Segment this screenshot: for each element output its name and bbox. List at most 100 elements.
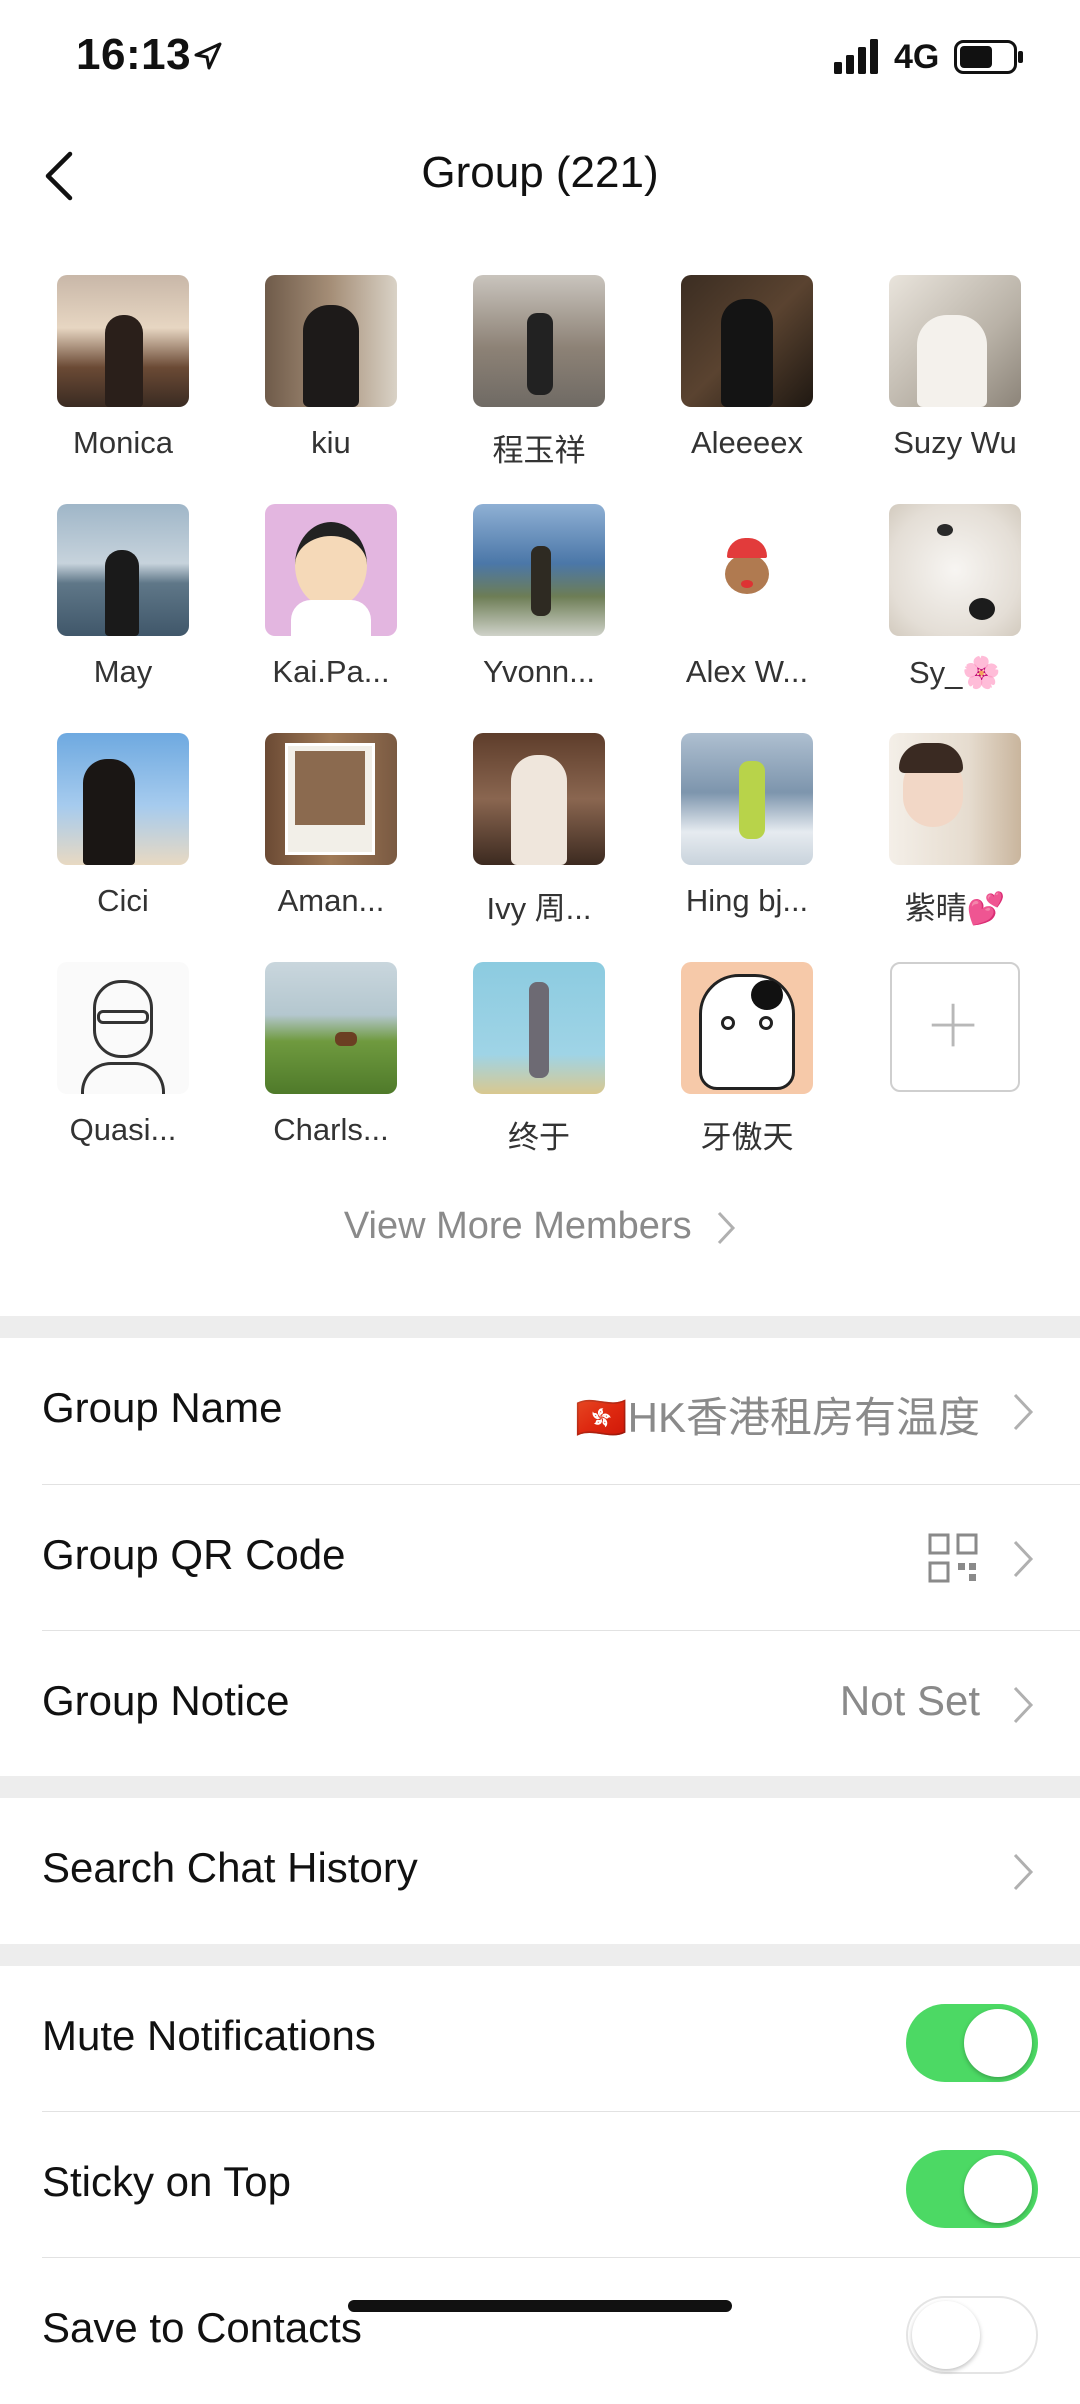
mute-notifications-label: Mute Notifications: [42, 2012, 376, 2059]
sticky-on-top-label: Sticky on Top: [42, 2158, 292, 2205]
chevron-right-icon: [1013, 1393, 1034, 1431]
member-name: Alex W...: [685, 654, 809, 689]
member-name: Charls...: [273, 1112, 389, 1147]
member-item[interactable]: Charls...: [231, 962, 431, 1148]
avatar: [473, 962, 605, 1094]
toggle-knob: [964, 2155, 1032, 2223]
section-separator: [0, 1776, 1080, 1798]
signal-icon: [834, 39, 878, 74]
member-name: Hing bj...: [685, 883, 809, 918]
member-name: Aleeeex: [690, 425, 804, 460]
member-item[interactable]: Quasi...: [23, 962, 223, 1148]
battery-icon: [954, 40, 1023, 74]
group-notice-value: Not Set: [839, 1677, 980, 1724]
avatar: [265, 504, 397, 636]
save-to-contacts-row: Save to Contacts: [0, 2258, 1080, 2404]
member-name: Ivy 周...: [486, 891, 592, 926]
group-notice-label: Group Notice: [42, 1677, 290, 1724]
sticky-on-top-row: Sticky on Top: [0, 2112, 1080, 2258]
toggle-knob: [964, 2009, 1032, 2077]
member-name: May: [93, 654, 153, 689]
location-arrow-icon: [194, 42, 222, 70]
avatar: [473, 275, 605, 407]
member-item[interactable]: Alex W...: [647, 504, 847, 690]
sticky-on-top-toggle[interactable]: [906, 2150, 1038, 2228]
member-name: kiu: [311, 425, 351, 460]
avatar: [57, 962, 189, 1094]
group-qr-code-label: Group QR Code: [42, 1531, 346, 1578]
member-item[interactable]: Ivy 周...: [439, 733, 639, 928]
chevron-right-icon: [1013, 1540, 1034, 1578]
member-name: Kai.Pa...: [272, 654, 390, 689]
avatar: [57, 275, 189, 407]
member-item[interactable]: Suzy Wu: [855, 275, 1055, 461]
group-name-label: Group Name: [42, 1384, 283, 1431]
avatar: [57, 504, 189, 636]
qr-code-icon: [928, 1533, 978, 1583]
search-chat-history-label: Search Chat History: [42, 1844, 418, 1891]
mute-notifications-toggle[interactable]: [906, 2004, 1038, 2082]
member-item[interactable]: 程玉祥: [439, 275, 639, 470]
chevron-right-icon: [1013, 1853, 1034, 1891]
member-item[interactable]: Monica: [23, 275, 223, 461]
member-item[interactable]: May: [23, 504, 223, 690]
add-member-item[interactable]: [855, 962, 1055, 1092]
member-item[interactable]: Aman...: [231, 733, 431, 919]
member-name: Cici: [97, 883, 149, 918]
avatar: [473, 504, 605, 636]
view-more-members-link[interactable]: View More Members: [0, 1205, 1080, 1248]
member-item[interactable]: Aleeeex: [647, 275, 847, 461]
member-item[interactable]: Sy_🌸: [855, 504, 1055, 691]
home-indicator: [348, 2300, 732, 2312]
avatar: [681, 275, 813, 407]
member-item[interactable]: 终于: [439, 962, 639, 1157]
member-name: 终于: [508, 1120, 570, 1155]
group-name-value: 🇭🇰HK香港租房有温度: [575, 1394, 980, 1441]
chevron-right-icon: [1013, 1686, 1034, 1724]
avatar: [681, 962, 813, 1094]
section-separator: [0, 1316, 1080, 1338]
group-qr-code-row[interactable]: Group QR Code: [0, 1485, 1080, 1631]
member-name: Yvonn...: [482, 654, 596, 689]
member-item[interactable]: Hing bj...: [647, 733, 847, 919]
network-type: 4G: [894, 38, 940, 76]
group-name-row[interactable]: Group Name 🇭🇰HK香港租房有温度: [0, 1338, 1080, 1484]
member-item[interactable]: 紫晴💕: [855, 733, 1055, 928]
save-to-contacts-toggle[interactable]: [906, 2296, 1038, 2374]
avatar: [57, 733, 189, 865]
avatar: [265, 733, 397, 865]
chevron-right-icon: [718, 1211, 736, 1244]
avatar: [265, 275, 397, 407]
avatar: [889, 504, 1021, 636]
status-time: 16:13: [76, 30, 192, 79]
search-chat-history-row[interactable]: Search Chat History: [0, 1798, 1080, 1944]
toggle-knob: [912, 2301, 980, 2369]
navigation-bar: Group (221): [0, 120, 1080, 230]
avatar: [681, 733, 813, 865]
member-name: 牙傲天: [700, 1120, 794, 1155]
avatar: [889, 275, 1021, 407]
member-name: Monica: [73, 425, 173, 460]
add-member-button[interactable]: [890, 962, 1020, 1092]
save-to-contacts-label: Save to Contacts: [42, 2304, 362, 2351]
section-separator: [0, 1944, 1080, 1966]
member-name: 紫晴💕: [904, 891, 1006, 926]
avatar: [681, 504, 813, 636]
member-item[interactable]: Cici: [23, 733, 223, 919]
member-item[interactable]: Kai.Pa...: [231, 504, 431, 690]
plus-icon: [931, 1003, 975, 1047]
mute-notifications-row: Mute Notifications: [0, 1966, 1080, 2112]
status-bar: 16:13 4G: [0, 0, 1080, 120]
member-name: 程玉祥: [492, 433, 586, 468]
member-item[interactable]: Yvonn...: [439, 504, 639, 690]
member-name: Aman...: [277, 883, 385, 918]
avatar: [473, 733, 605, 865]
group-notice-row[interactable]: Group Notice Not Set: [0, 1631, 1080, 1777]
member-item[interactable]: kiu: [231, 275, 431, 461]
avatar: [265, 962, 397, 1094]
view-more-label: View More Members: [343, 1205, 692, 1247]
member-name: Sy_🌸: [908, 655, 1002, 690]
avatar: [889, 733, 1021, 865]
member-name: Suzy Wu: [893, 425, 1017, 460]
member-item[interactable]: 牙傲天: [647, 962, 847, 1157]
